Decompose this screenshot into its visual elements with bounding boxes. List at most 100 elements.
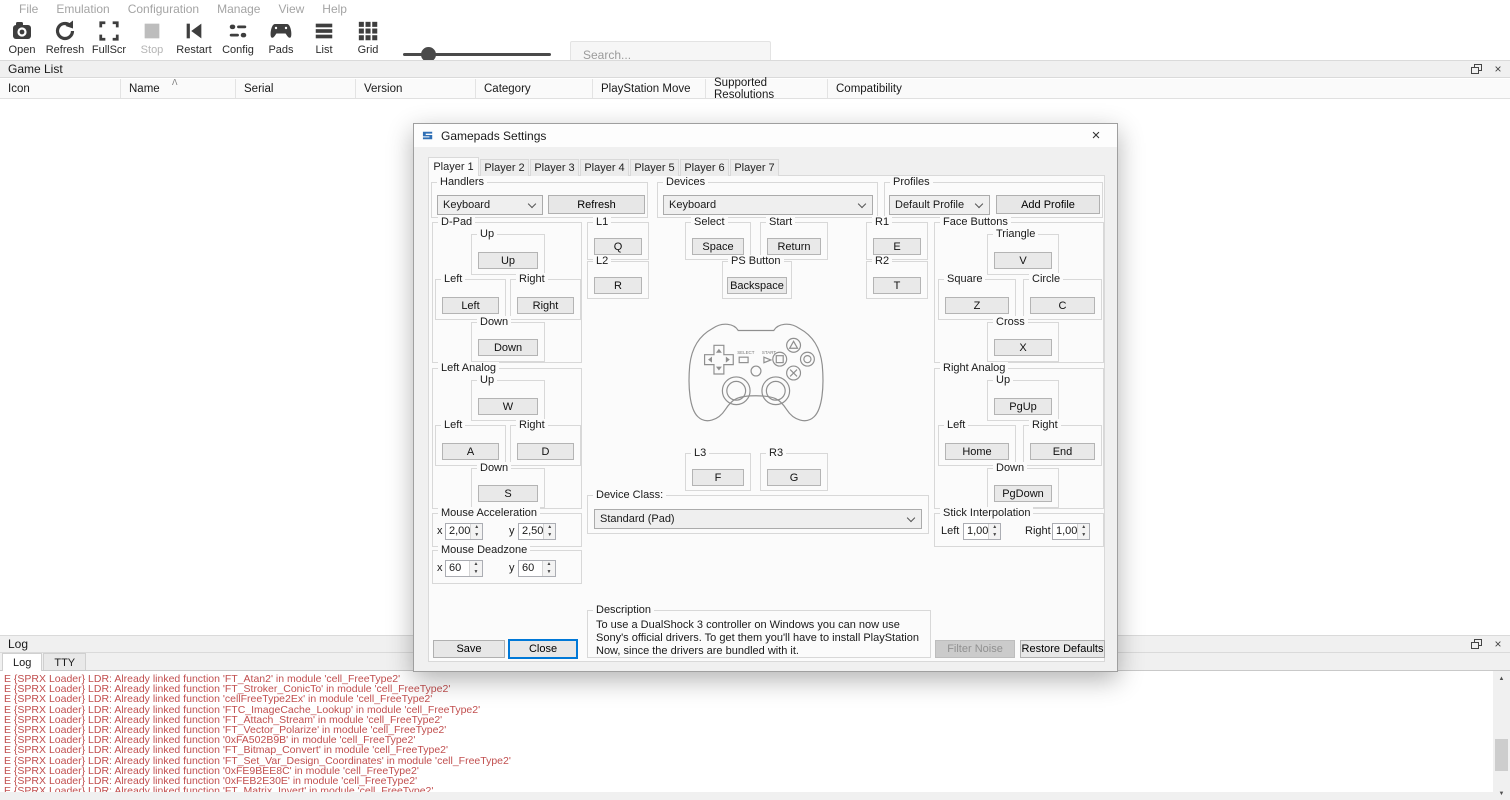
r2-button[interactable]: T	[873, 277, 921, 294]
chevron-down-icon	[907, 513, 915, 521]
column-header-name[interactable]: Name	[121, 79, 236, 98]
float-panel-icon[interactable]	[1470, 638, 1482, 650]
right-analog-up-button[interactable]: PgUp	[994, 398, 1052, 415]
dpad-down-button[interactable]: Down	[478, 339, 538, 356]
right-analog-right-button[interactable]: End	[1030, 443, 1095, 460]
scroll-up-icon[interactable]: ▲	[1493, 671, 1510, 686]
fullscreen-button[interactable]: FullScr	[87, 18, 131, 60]
scrollbar-thumb[interactable]	[1495, 739, 1508, 771]
log-vertical-scrollbar[interactable]: ▲ ▼	[1493, 671, 1510, 800]
cross-group: Cross X	[987, 322, 1059, 362]
dpad-right-button[interactable]: Right	[517, 297, 574, 314]
left-analog-right-button[interactable]: D	[517, 443, 574, 460]
profile-select[interactable]: Default Profile	[889, 195, 990, 215]
l1-button[interactable]: Q	[594, 238, 642, 255]
menu-emulation[interactable]: Emulation	[47, 2, 118, 16]
tab-tty[interactable]: TTY	[43, 653, 86, 670]
right-analog-left-button[interactable]: Home	[945, 443, 1009, 460]
spin-arrows-icon[interactable]: ▲▼	[988, 524, 1000, 539]
player-tabs: Player 1 Player 2 Player 3 Player 4 Play…	[428, 158, 780, 176]
tab-player-3[interactable]: Player 3	[530, 159, 579, 176]
device-select[interactable]: Keyboard	[663, 195, 873, 215]
column-header-resolutions[interactable]: Supported Resolutions	[706, 79, 828, 98]
close-panel-icon[interactable]: ×	[1492, 63, 1504, 75]
chevron-down-icon	[858, 199, 866, 207]
spin-arrows-icon[interactable]: ▲▼	[1077, 524, 1089, 539]
device-class-select[interactable]: Standard (Pad)	[594, 509, 922, 529]
right-analog-down-button[interactable]: PgDown	[994, 485, 1052, 502]
left-analog-down-button[interactable]: S	[478, 485, 538, 502]
mouse-accel-x-spinbox[interactable]: 2,00 ▲▼	[445, 523, 483, 540]
l3-button[interactable]: F	[692, 469, 744, 486]
column-header-version[interactable]: Version	[356, 79, 476, 98]
r1-button[interactable]: E	[873, 238, 921, 255]
tab-player-7[interactable]: Player 7	[730, 159, 779, 176]
save-button[interactable]: Save	[433, 640, 505, 658]
mouse-deadzone-x-spinbox[interactable]: 60 ▲▼	[445, 560, 483, 577]
menu-view[interactable]: View	[269, 2, 313, 16]
config-button[interactable]: Config	[216, 18, 260, 60]
refresh-button[interactable]: Refresh	[43, 18, 87, 60]
gamepad-diagram: SELECT START	[667, 309, 845, 437]
left-analog-left-button[interactable]: A	[442, 443, 499, 460]
mouse-deadzone-y-spinbox[interactable]: 60 ▲▼	[518, 560, 556, 577]
dpad-up-button[interactable]: Up	[478, 252, 538, 269]
column-header-category[interactable]: Category	[476, 79, 593, 98]
tab-player-4[interactable]: Player 4	[580, 159, 629, 176]
tab-player-5[interactable]: Player 5	[630, 159, 679, 176]
r3-button[interactable]: G	[767, 469, 821, 486]
scroll-down-icon[interactable]: ▼	[1493, 786, 1510, 800]
stick-interp-right-spinbox[interactable]: 1,00 ▲▼	[1052, 523, 1090, 540]
start-button[interactable]: Return	[767, 238, 821, 255]
select-button[interactable]: Space	[692, 238, 744, 255]
spin-arrows-icon[interactable]: ▲▼	[543, 524, 555, 539]
column-header-compatibility[interactable]: Compatibility	[828, 79, 1510, 98]
tab-player-2[interactable]: Player 2	[480, 159, 529, 176]
menu-help[interactable]: Help	[313, 2, 356, 16]
column-header-psmove[interactable]: PlayStation Move	[593, 79, 706, 98]
open-icon	[10, 18, 34, 44]
stick-interp-left-spinbox[interactable]: 1,00 ▲▼	[963, 523, 1001, 540]
left-analog-up-button[interactable]: W	[478, 398, 538, 415]
restart-button[interactable]: Restart	[172, 18, 216, 60]
open-button[interactable]: Open	[0, 18, 44, 60]
dialog-title-bar[interactable]: Gamepads Settings ×	[414, 124, 1117, 147]
square-button[interactable]: Z	[945, 297, 1009, 314]
tab-log[interactable]: Log	[2, 653, 42, 671]
tab-player-1[interactable]: Player 1	[428, 157, 479, 176]
spin-arrows-icon[interactable]: ▲▼	[470, 524, 482, 539]
dialog-title: Gamepads Settings	[441, 129, 546, 143]
float-panel-icon[interactable]	[1470, 63, 1482, 75]
circle-group: Circle C	[1023, 279, 1102, 320]
list-view-button[interactable]: List	[302, 18, 346, 60]
column-header-serial[interactable]: Serial	[236, 79, 356, 98]
game-list-panel-header[interactable]: Game List ×	[0, 60, 1510, 78]
circle-button[interactable]: C	[1030, 297, 1095, 314]
log-panel-title: Log	[8, 637, 28, 651]
l2-button[interactable]: R	[594, 277, 642, 294]
restore-defaults-button[interactable]: Restore Defaults	[1020, 640, 1105, 658]
spin-arrows-icon[interactable]: ▲▼	[469, 561, 482, 576]
menu-file[interactable]: File	[10, 2, 47, 16]
pads-button[interactable]: Pads	[259, 18, 303, 60]
add-profile-button[interactable]: Add Profile	[996, 195, 1100, 214]
close-panel-icon[interactable]: ×	[1492, 638, 1504, 650]
tab-player-6[interactable]: Player 6	[680, 159, 729, 176]
log-output[interactable]: E {SPRX Loader} LDR: Already linked func…	[0, 670, 1510, 800]
log-horizontal-scrollbar[interactable]	[0, 792, 1493, 800]
column-header-icon[interactable]: Icon	[0, 79, 121, 98]
handler-select[interactable]: Keyboard	[437, 195, 543, 215]
menu-configuration[interactable]: Configuration	[119, 2, 208, 16]
close-button[interactable]: Close	[508, 639, 578, 659]
ps-button[interactable]: Backspace	[727, 277, 787, 294]
spin-arrows-icon[interactable]: ▲▼	[542, 561, 555, 576]
triangle-button[interactable]: V	[994, 252, 1052, 269]
grid-view-button[interactable]: Grid	[346, 18, 390, 60]
dialog-close-button[interactable]: ×	[1075, 124, 1117, 147]
menu-manage[interactable]: Manage	[208, 2, 269, 16]
mouse-accel-y-spinbox[interactable]: 2,50 ▲▼	[518, 523, 556, 540]
dpad-left-button[interactable]: Left	[442, 297, 499, 314]
chevron-down-icon	[975, 199, 983, 207]
cross-button[interactable]: X	[994, 339, 1052, 356]
refresh-handlers-button[interactable]: Refresh	[548, 195, 645, 214]
